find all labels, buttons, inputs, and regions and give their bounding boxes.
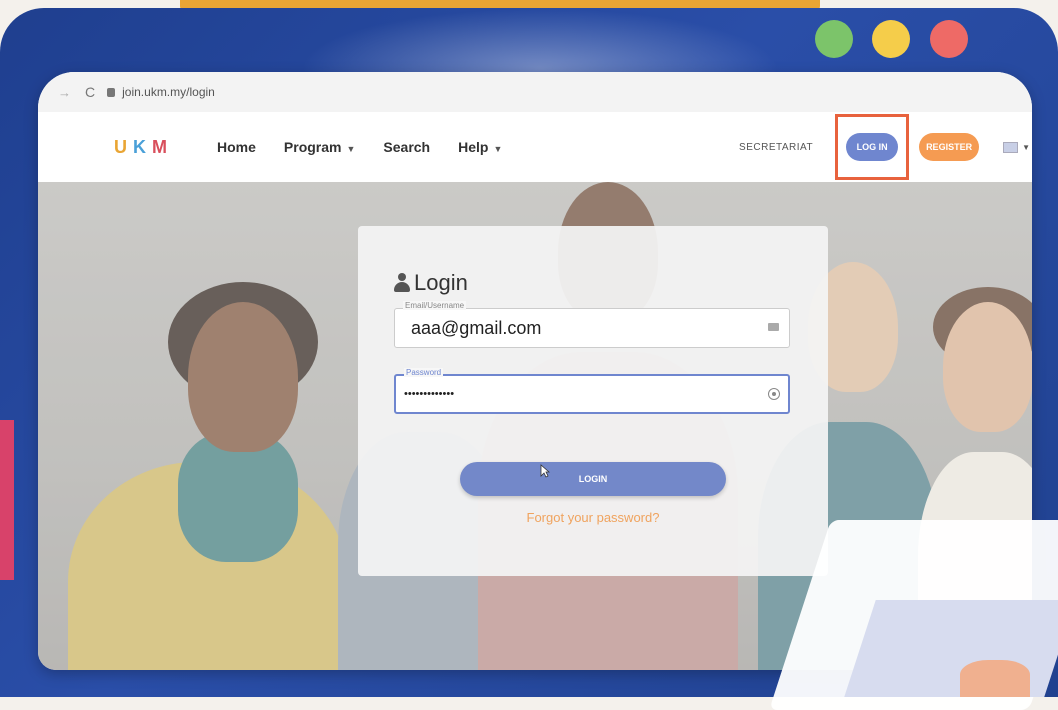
logo-letter-m: M xyxy=(152,136,173,157)
nav-search[interactable]: Search xyxy=(383,139,430,155)
secretariat-link[interactable]: SECRETARIAT xyxy=(739,142,813,153)
decorative-left-strip xyxy=(0,420,14,580)
email-field[interactable]: Email/Username aaa@gmail.com xyxy=(394,301,790,348)
window-dot-red xyxy=(930,20,968,58)
forgot-password-link[interactable]: Forgot your password? xyxy=(358,510,828,525)
email-field-value: aaa@gmail.com xyxy=(411,318,542,338)
nav-program-label: Program xyxy=(283,139,342,155)
chevron-down-icon[interactable]: ▼ xyxy=(1022,143,1030,152)
login-title-text: Login xyxy=(414,270,468,295)
eye-icon[interactable] xyxy=(768,388,780,400)
mouse-cursor-icon xyxy=(540,464,550,478)
login-highlight-box: LOG IN xyxy=(835,114,910,180)
logo-letter-k: K xyxy=(133,136,152,157)
url-text[interactable]: join.ukm.my/login xyxy=(122,85,215,99)
password-field-value: ••••••••••••• xyxy=(404,388,455,400)
language-flag-icon[interactable] xyxy=(1003,141,1019,153)
nav-right-group: SECRETARIAT LOG IN REGISTER ▼ xyxy=(739,112,1032,182)
site-navbar: UKM Home Program ▼ Search Help ▼ SECRETARI… xyxy=(38,112,1032,183)
nav-help-label: Help xyxy=(458,139,489,155)
chevron-down-icon: ▼ xyxy=(493,144,503,154)
nav-register-button[interactable]: REGISTER xyxy=(919,133,980,161)
lock-icon xyxy=(107,87,116,97)
logo-letter-u: U xyxy=(114,136,133,157)
address-bar: → C join.ukm.my/login xyxy=(38,72,1032,113)
window-dot-yellow xyxy=(872,20,910,58)
user-icon xyxy=(394,273,410,293)
nav-home[interactable]: Home xyxy=(217,139,256,155)
site-logo[interactable]: UKM xyxy=(114,137,173,158)
forward-arrow-icon[interactable]: → xyxy=(58,85,71,100)
password-field-label: Password xyxy=(404,368,444,377)
reload-icon[interactable]: C xyxy=(85,84,95,100)
login-card: Login Email/Username aaa@gmail.com Passw… xyxy=(358,226,828,576)
login-title: Login xyxy=(394,270,468,296)
window-dot-green xyxy=(815,20,853,58)
chevron-down-icon: ▼ xyxy=(346,144,356,154)
nav-help[interactable]: Help ▼ xyxy=(458,139,502,155)
nav-login-button[interactable]: LOG IN xyxy=(846,133,899,161)
password-field[interactable]: Password ••••••••••••• xyxy=(394,368,790,414)
mail-icon xyxy=(768,323,779,331)
login-submit-button[interactable]: LOGIN xyxy=(460,462,726,496)
email-field-label: Email/Username xyxy=(403,301,467,310)
decorative-hand-shape xyxy=(960,660,1030,697)
nav-program[interactable]: Program ▼ xyxy=(284,139,356,155)
